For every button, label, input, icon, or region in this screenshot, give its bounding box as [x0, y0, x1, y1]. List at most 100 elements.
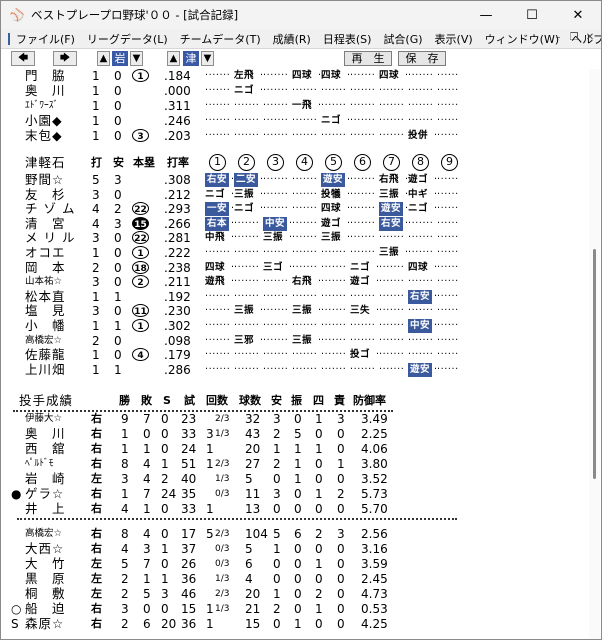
document-icon[interactable]	[8, 32, 10, 45]
top-2-inning-4-result: 一飛	[292, 100, 313, 111]
main-11-dots: ·······	[263, 334, 289, 346]
mdi-close-icon[interactable]: ✕	[583, 31, 597, 45]
batter-hits: 1	[114, 289, 122, 304]
pitcher-hits: 0	[273, 557, 281, 571]
main-5-dots: ·······	[205, 247, 231, 258]
menu-view[interactable]: 表示(V)	[435, 31, 473, 47]
pitcher-hits: 0	[273, 572, 281, 586]
maximize-button[interactable]: ☐	[509, 1, 555, 29]
batter-avg: .293	[164, 202, 191, 217]
pitcher-name: ゲラ☆	[25, 486, 65, 501]
main-7-dots: ·······	[263, 276, 289, 288]
batter-row: 高橋宏☆ 2 0.098 ······· 三邪 · ······· 三振 · ······· ···…	[1, 334, 589, 348]
top-3-dots: ······	[437, 115, 459, 126]
scroll-thumb[interactable]	[593, 249, 596, 479]
pitcher-wins: 8	[121, 457, 129, 471]
menu-bar: ファイル(F) リーグデータ(L) チームデータ(T) 成績(R) 日程表(S)…	[1, 29, 601, 49]
menu-file[interactable]: ファイル(F)	[16, 31, 75, 47]
main-2-inning-2-result: ニゴ	[234, 203, 255, 215]
vertical-scrollbar[interactable]	[589, 69, 600, 639]
pitcher-wins: 1	[121, 427, 129, 441]
minimize-button[interactable]: —	[463, 1, 509, 29]
pitcher-name: 井 上	[25, 501, 66, 516]
batter-hits: 0	[114, 129, 122, 143]
main-10-dots: ·······	[263, 320, 289, 331]
pitcher-strikeouts: 1	[294, 472, 302, 486]
pitcher-losses: 4	[143, 472, 151, 486]
pitcher-walks: 1	[315, 557, 323, 571]
menu-window[interactable]: ウィンドウ(W)	[485, 31, 559, 47]
menu-records[interactable]: 成績(R)	[273, 31, 311, 47]
main-7-dots: ·······	[379, 276, 405, 288]
replay-button[interactable]: 再 生	[344, 51, 392, 66]
menu-team-data[interactable]: チームデータ(T)	[180, 31, 261, 47]
pitcher-walks: 0	[315, 542, 323, 556]
main-6-inning-6-result: ニゴ	[350, 261, 371, 273]
batter-avg: .266	[164, 216, 191, 231]
team1-down-arrow-icon[interactable]: ▼	[130, 51, 143, 66]
pitcher-hand: 左	[91, 472, 102, 485]
team2-up-arrow-icon[interactable]: ▲	[167, 51, 180, 66]
top-4-dots: ·······	[379, 130, 405, 141]
top-4-dots: ·······	[263, 130, 289, 141]
window-controls: — ☐ ✕	[463, 1, 601, 29]
inning-9-header: 9	[441, 154, 458, 171]
pitcher-saves: 0	[161, 527, 169, 541]
top-0-dots: ······	[437, 70, 459, 81]
batter-hr-badge: 18	[132, 260, 149, 274]
pitcher-ip-whole: 5	[206, 527, 214, 541]
batter-avg: .311	[164, 99, 191, 113]
main-6-dots: ·······	[321, 261, 347, 273]
menu-game[interactable]: 試合(G)	[383, 31, 422, 47]
pitcher-games: 40	[181, 472, 197, 486]
main-0-dots: ·······	[292, 174, 318, 185]
main-10-dots: ·······	[205, 320, 231, 331]
main-6-dots: ······	[437, 261, 459, 273]
main-2-dots: ·······	[292, 203, 318, 215]
h-header: 安	[271, 394, 282, 407]
pitcher-earned-runs: 1	[337, 457, 345, 471]
main-8-dots: ·······	[263, 290, 289, 302]
team-divider	[17, 518, 457, 520]
pitcher-walks: 0	[315, 617, 323, 631]
pitcher-row: 桐 敷左 2 5 3 46 2/3 20 1 0 2 0 4.73	[1, 587, 589, 602]
mdi-minimize-icon[interactable]: –	[551, 31, 565, 45]
batter-ab: 1	[92, 348, 100, 363]
pitcher-strikeouts: 0	[294, 502, 302, 516]
pitcher-losses: 1	[143, 572, 151, 586]
pitcher-strikeouts: 0	[294, 572, 302, 586]
pitcher-ip-fraction: 0/3	[215, 489, 230, 499]
pitcher-hand: 右	[91, 457, 102, 470]
pitcher-era: 3.52	[361, 472, 388, 486]
main-0-dots: ·······	[263, 174, 289, 185]
next-arrow-icon[interactable]: 🡆	[53, 51, 77, 66]
menu-league-data[interactable]: リーグデータ(L)	[87, 31, 168, 47]
pitcher-strikeouts: 0	[294, 587, 302, 601]
prev-arrow-icon[interactable]: 🡄	[11, 51, 35, 66]
batter-name: 松本直	[25, 288, 66, 304]
inning-5-header: 5	[325, 154, 342, 171]
batter-name: 友 杉	[25, 186, 66, 202]
batter-hits: 0	[114, 187, 122, 202]
team1-up-arrow-icon[interactable]: ▲	[97, 51, 110, 66]
save-button[interactable]: 保 存	[398, 51, 446, 66]
batter-ab: 2	[92, 260, 100, 275]
team2-down-arrow-icon[interactable]: ▼	[201, 51, 214, 66]
pitcher-wins: 2	[121, 572, 129, 586]
batter-hits: 0	[114, 231, 122, 246]
top-0-inning-4-result: 四球	[292, 70, 313, 81]
batter-avg: .098	[164, 333, 191, 348]
pitcher-name: ﾍﾟﾙﾄﾞﾓ	[25, 458, 54, 469]
bf-header: 球数	[239, 394, 261, 407]
team1-badge[interactable]: 岩	[112, 51, 128, 66]
er-header: 責	[334, 394, 345, 407]
mdi-restore-icon[interactable]: ❐	[567, 31, 581, 45]
top-4-dots: ·······	[321, 130, 347, 141]
menu-schedule[interactable]: 日程表(S)	[323, 31, 372, 47]
pitcher-walks: 0	[315, 502, 323, 516]
top-4-dots: ·······	[292, 130, 318, 141]
main-9-dots: ······	[437, 305, 459, 317]
team2-badge[interactable]: 津	[183, 51, 199, 66]
close-button[interactable]: ✕	[555, 1, 601, 29]
main-0-dots: ·······	[350, 174, 376, 185]
